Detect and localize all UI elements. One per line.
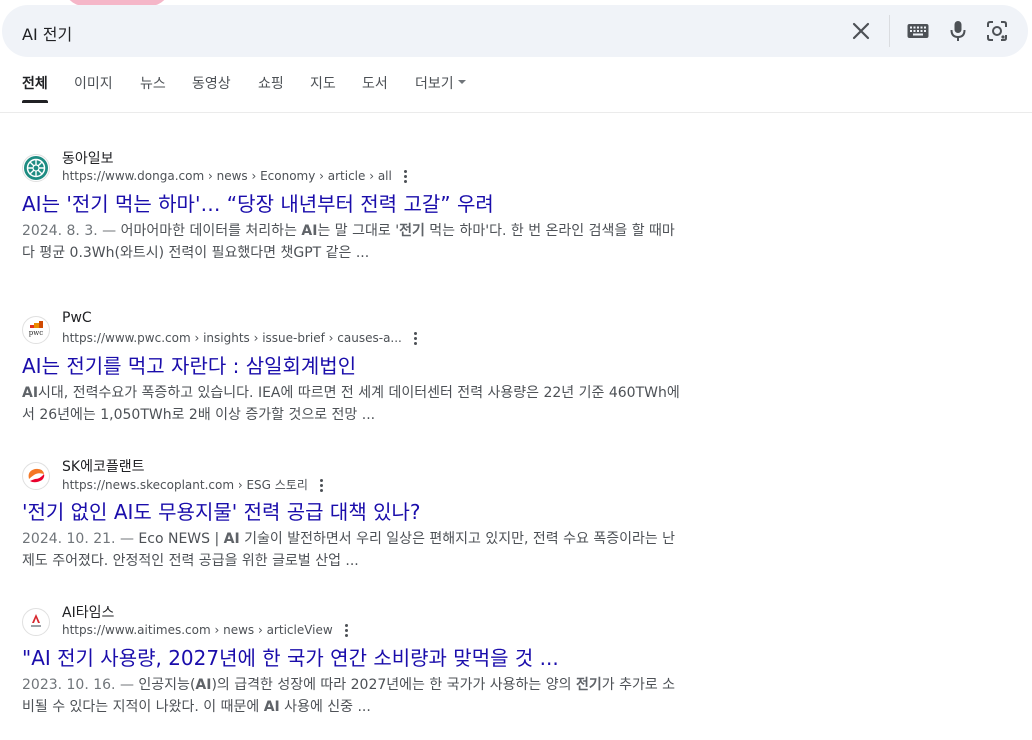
snippet-highlight: AI [22,385,39,401]
tab-shopping[interactable]: 쇼핑 [258,76,284,106]
tab-more-label: 더보기 [415,76,454,92]
snippet-highlight: AI [223,531,240,547]
site-name[interactable]: SK에코플랜트 [62,456,144,476]
url-base: https://www.pwc.com [62,331,191,345]
snippet-text: 사용에 신중 ... [279,699,371,715]
result-date: 2023. 10. 16. — [22,677,134,693]
result-snippet: 2023. 10. 16. — 인공지능(AI)의 급격한 성장에 따라 202… [22,674,682,718]
result-snippet: 2024. 8. 3. — 어마어마한 데이터를 처리하는 AI는 말 그대로 … [22,220,682,264]
site-name[interactable]: PwC [62,310,92,326]
more-options-icon[interactable] [344,622,348,639]
keyboard-icon[interactable] [906,19,930,43]
url-base: https://www.aitimes.com [62,623,211,637]
tab-images[interactable]: 이미지 [74,76,113,106]
result-title-link[interactable]: AI는 전기를 먹고 자란다 : 삼일회계법인 [22,350,356,379]
snippet-highlight: AI [195,677,212,693]
snippet-text: )의 급격한 성장에 따라 2027년에는 한 국가가 사용하는 양의 [211,677,576,693]
tab-maps[interactable]: 지도 [310,76,336,106]
snippet-text: 어마어마한 데이터를 처리하는 [116,223,302,239]
tab-more[interactable]: 더보기 [415,76,466,106]
tab-videos[interactable]: 동영상 [192,76,231,106]
search-input[interactable]: AI 전기 [22,21,72,45]
url-base: https://news.skecoplant.com [62,478,235,492]
tab-all[interactable]: 전체 [22,76,48,106]
site-name[interactable]: 동아일보 [62,148,114,168]
search-tabs: 전체 이미지 뉴스 동영상 쇼핑 지도 도서 더보기 [0,72,1032,113]
svg-text:pwc: pwc [29,329,43,337]
search-divider [889,15,890,47]
snippet-text: 시대, 전력수요가 폭증하고 있습니다. IEA에 따르면 전 세계 데이터센터… [22,385,680,423]
url-base: https://www.donga.com [62,169,205,183]
snippet-highlight: 전기 [575,677,602,693]
snippet-highlight: AI [301,223,318,239]
snippet-highlight: 전기 [399,223,425,239]
snippet-text: 는 말 그대로 ' [317,223,400,239]
result-snippet: AI시대, 전력수요가 폭증하고 있습니다. IEA에 따르면 전 세계 데이터… [22,382,682,426]
tab-news[interactable]: 뉴스 [140,76,166,106]
search-bar[interactable]: AI 전기 [2,5,1028,57]
site-url[interactable]: https://news.skecoplant.com › ESG 스토리 [62,476,323,494]
result-title-link[interactable]: '전기 없인 AI도 무용지물' 전력 공급 대책 있나? [22,496,421,525]
snippet-text: 인공지능( [133,677,196,693]
caret-down-icon [457,80,466,84]
aitimes-favicon-icon[interactable] [22,608,50,636]
result-snippet: 2024. 10. 21. — Eco NEWS | AI 기술이 발전하면서 … [22,528,682,572]
snippet-highlight: AI [263,699,280,715]
url-path: › news › Economy › article › all [204,169,392,183]
site-url[interactable]: https://www.aitimes.com › news › article… [62,622,348,639]
tab-books[interactable]: 도서 [362,76,388,106]
donga-favicon-icon[interactable] [22,154,50,182]
sk-favicon-icon[interactable] [22,462,50,490]
camera-lens-icon[interactable] [985,19,1009,43]
microphone-icon[interactable] [946,19,970,43]
result-title-link[interactable]: "AI 전기 사용량, 2027년에 한 국가 연간 소비량과 맞먹을 것 ..… [22,642,559,671]
more-options-icon[interactable] [319,477,323,494]
url-path: › insights › issue-brief › causes-a... [190,331,402,345]
url-path: › ESG 스토리 [234,478,308,492]
pwc-favicon-icon[interactable]: pwc [22,316,50,344]
snippet-text: Eco NEWS | [133,531,224,547]
site-url[interactable]: https://www.pwc.com › insights › issue-b… [62,330,417,347]
site-url[interactable]: https://www.donga.com › news › Economy ›… [62,168,407,185]
result-date: 2024. 8. 3. — [22,223,117,239]
close-icon[interactable] [849,19,873,43]
result-title-link[interactable]: AI는 '전기 먹는 하마'… “당장 내년부터 전력 고갈” 우려 [22,188,494,217]
more-options-icon[interactable] [403,168,407,185]
url-path: › news › articleView [210,623,333,637]
result-date: 2024. 10. 21. — [22,531,134,547]
site-name[interactable]: AI타임스 [62,602,114,622]
more-options-icon[interactable] [413,330,417,347]
